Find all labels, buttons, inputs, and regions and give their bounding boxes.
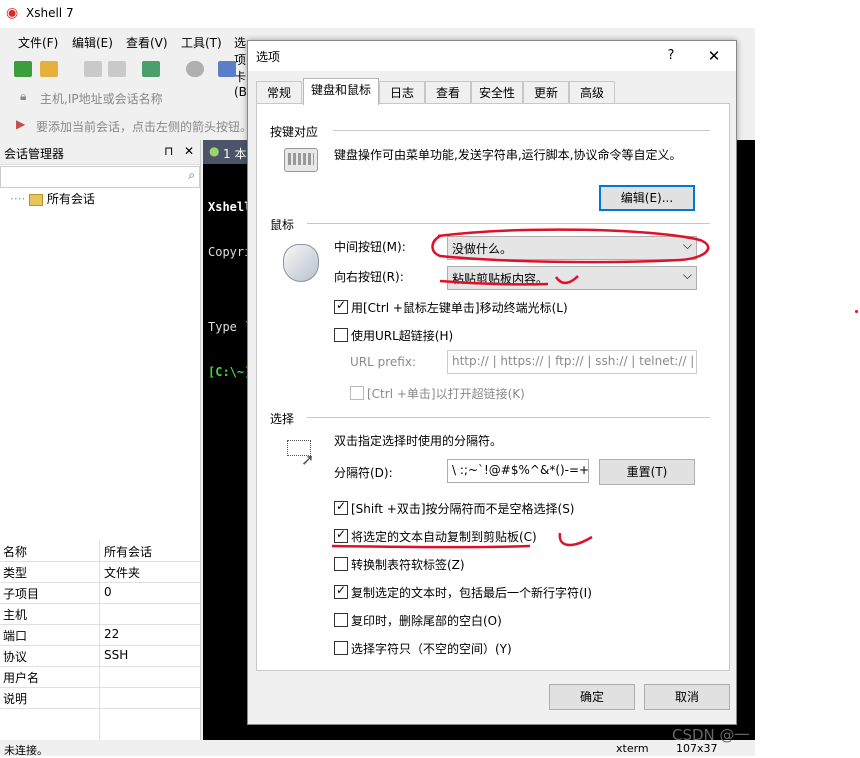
annotation-layer: [331, 228, 710, 549]
annotation-underline: [439, 279, 549, 286]
annotation-underline: [331, 544, 531, 549]
annotation-check: [554, 275, 579, 285]
annotation-check: [558, 532, 593, 547]
tab-keyboard-mouse[interactable]: 键盘和鼠标: [303, 78, 379, 105]
annotation-ellipse: [431, 228, 710, 264]
